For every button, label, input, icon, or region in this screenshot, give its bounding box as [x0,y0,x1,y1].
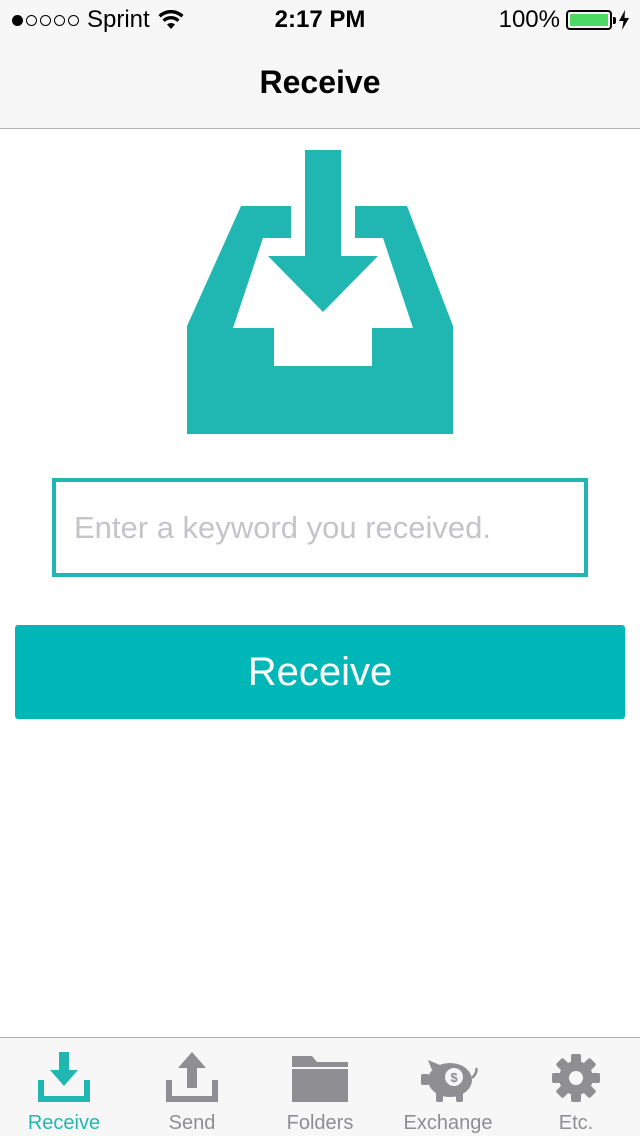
tab-bar: Receive Send Folders $ Exchange Etc. [0,1037,640,1136]
charging-bolt-icon [619,10,629,30]
battery-level [570,14,608,26]
tab-label: Send [168,1112,216,1134]
folder-icon [292,1056,348,1102]
tab-label: Receive [27,1112,101,1134]
keyword-input[interactable] [56,482,584,573]
gear-icon [552,1054,600,1102]
send-icon [166,1052,218,1102]
keyword-field[interactable] [52,478,588,577]
tab-send[interactable]: Send [128,1038,256,1136]
tab-label: Folders [286,1112,354,1134]
page-title: Receive [259,64,381,100]
tab-folders[interactable]: Folders [256,1038,384,1136]
tab-receive[interactable]: Receive [0,1038,128,1136]
receive-icon [38,1052,90,1102]
tab-label: Etc. [558,1112,594,1134]
tab-exchange[interactable]: $ Exchange [384,1038,512,1136]
piggy-bank-icon: $ [421,1060,478,1102]
svg-text:$: $ [450,1070,458,1085]
battery-icon [566,10,616,30]
status-bar: Sprint 2:17 PM 100% [0,0,640,40]
battery-percent: 100% [498,6,560,33]
tab-label: Exchange [403,1112,493,1134]
status-right: 100% [499,6,630,34]
receive-button[interactable]: Receive [15,625,625,719]
navigation-bar: Receive [0,40,640,129]
inbox-download-icon [187,150,453,434]
tab-etc[interactable]: Etc. [512,1038,640,1136]
